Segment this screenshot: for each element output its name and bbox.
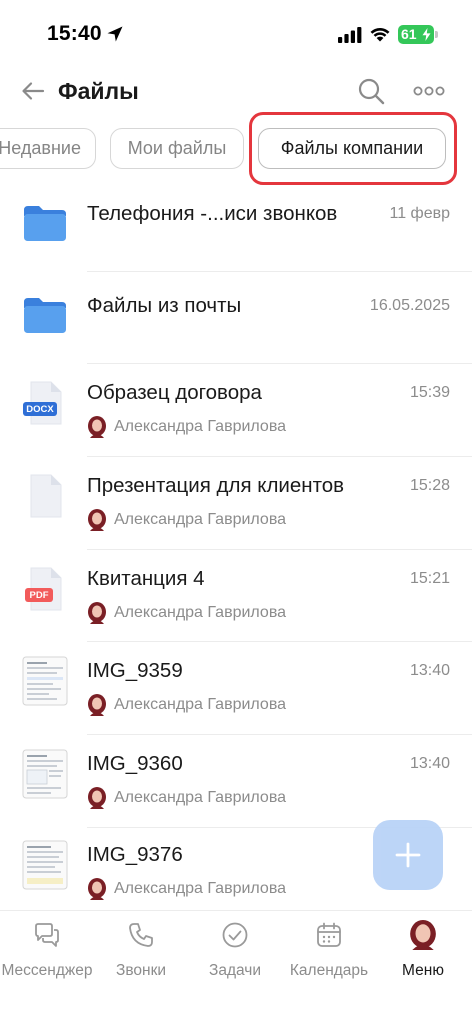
avatar <box>88 878 106 900</box>
tab-my-files[interactable]: Мои файлы <box>110 128 244 169</box>
image-thumbnail-icon <box>22 749 68 799</box>
file-name: Файлы из почты <box>87 294 242 317</box>
file-type-badge: DOCX <box>26 404 54 415</box>
file-type-badge: PDF <box>29 590 49 601</box>
file-date: 13:40 <box>409 662 450 679</box>
document-file-icon <box>30 474 62 518</box>
search-icon[interactable] <box>356 76 386 106</box>
add-file-button[interactable] <box>373 820 443 890</box>
avatar <box>88 602 106 624</box>
folder-icon <box>24 298 66 333</box>
calendar-icon <box>317 922 341 947</box>
more-icon[interactable] <box>413 78 445 104</box>
owner-name: Александра Гаврилова <box>114 511 287 528</box>
list-item[interactable]: Презентация для клиентов 15:28 Александр… <box>0 457 472 550</box>
nav-item-menu[interactable]: Меню <box>376 911 470 991</box>
plus-icon <box>395 842 421 868</box>
file-name: IMG_9376 <box>87 843 183 866</box>
battery-cap <box>435 31 438 38</box>
location-arrow-icon <box>107 26 123 42</box>
avatar <box>88 694 106 716</box>
avatar <box>88 787 106 809</box>
list-item[interactable]: Телефония -...иси звонков 11 февр <box>0 180 472 272</box>
owner-name: Александра Гаврилова <box>114 604 287 621</box>
cellular-signal-icon <box>338 27 362 43</box>
list-item[interactable]: PDF Квитанция 4 15:21 Александра Гаврило… <box>0 550 472 642</box>
status-bar: 15:40 61 <box>0 0 472 66</box>
pdf-file-icon <box>25 567 62 611</box>
avatar <box>88 509 106 531</box>
tab-recent[interactable]: Недавние <box>0 128 96 169</box>
avatar <box>410 920 436 950</box>
nav-item-tasks[interactable]: Задачи <box>188 911 282 991</box>
list-item[interactable]: DOCX Образец договора 15:39 Александра Г… <box>0 364 472 457</box>
file-date: 13:40 <box>409 755 450 772</box>
back-arrow-icon[interactable] <box>20 78 46 104</box>
phone-icon <box>129 923 153 947</box>
list-item[interactable]: Файлы из почты 16.05.2025 <box>0 272 472 364</box>
owner-name: Александра Гаврилова <box>114 696 287 713</box>
page-title: Файлы <box>58 78 139 104</box>
nav-item-messenger[interactable]: Мессенджер <box>0 911 94 991</box>
file-name: IMG_9360 <box>87 752 183 775</box>
nav-label: Меню <box>402 962 444 979</box>
file-date: 11 февр <box>389 205 450 222</box>
list-item[interactable]: IMG_9360 13:40 Александра Гаврилова <box>0 735 472 828</box>
nav-item-calls[interactable]: Звонки <box>94 911 188 991</box>
file-tabs: Недавние Мои файлы Файлы компании <box>0 128 472 172</box>
file-date: 15:21 <box>409 570 450 587</box>
image-thumbnail-icon <box>22 840 68 890</box>
avatar <box>88 416 106 438</box>
status-time: 15:40 <box>47 22 102 45</box>
charging-bolt-icon <box>422 28 431 41</box>
file-date: 15:28 <box>409 477 450 494</box>
file-date: 15:39 <box>409 384 450 401</box>
messenger-icon <box>35 923 59 947</box>
nav-item-calendar[interactable]: Календарь <box>282 911 376 991</box>
file-date: 16.05.2025 <box>369 297 450 314</box>
file-name: Квитанция 4 <box>87 567 205 590</box>
folder-icon <box>24 206 66 241</box>
bottom-nav: Мессенджер Звонки Задачи Календарь Меню <box>0 910 472 1024</box>
owner-name: Александра Гаврилова <box>114 880 287 897</box>
battery-level: 61 <box>401 26 417 42</box>
image-thumbnail-icon <box>22 656 68 706</box>
file-name: Телефония -...иси звонков <box>87 202 338 225</box>
owner-name: Александра Гаврилова <box>114 789 287 806</box>
file-name: Образец договора <box>87 381 262 404</box>
file-name: Презентация для клиентов <box>87 474 345 497</box>
tasks-icon <box>222 922 248 948</box>
file-name: IMG_9359 <box>87 659 183 682</box>
owner-name: Александра Гаврилова <box>114 418 287 435</box>
tab-company-files[interactable]: Файлы компании <box>258 128 446 169</box>
wifi-icon <box>370 27 390 42</box>
list-item[interactable]: IMG_9359 13:40 Александра Гаврилова <box>0 642 472 735</box>
battery-indicator: 61 <box>398 25 434 44</box>
header: Файлы <box>0 66 472 118</box>
docx-file-icon <box>23 381 62 425</box>
